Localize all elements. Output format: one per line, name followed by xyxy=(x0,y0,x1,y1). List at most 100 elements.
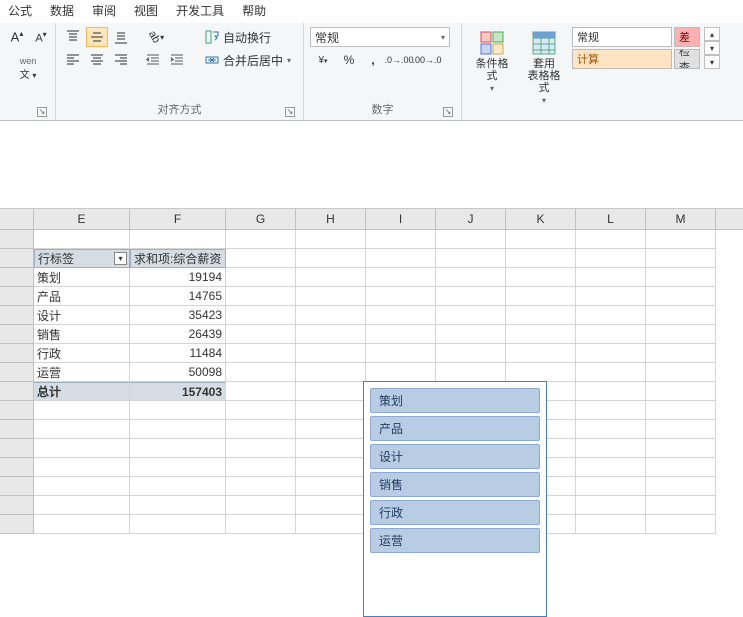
cell[interactable] xyxy=(576,268,646,287)
row-header[interactable] xyxy=(0,515,34,534)
cell[interactable] xyxy=(34,439,130,458)
frozen-pane-area[interactable] xyxy=(0,121,743,209)
cell[interactable] xyxy=(576,458,646,477)
gallery-down-button[interactable]: ▾ xyxy=(704,41,720,55)
cell[interactable] xyxy=(436,230,506,249)
currency-button[interactable]: ¥▾ xyxy=(310,50,336,70)
cell[interactable] xyxy=(226,458,296,477)
row-header[interactable] xyxy=(0,420,34,439)
cell[interactable] xyxy=(506,230,576,249)
align-left-button[interactable] xyxy=(62,50,84,70)
cell[interactable] xyxy=(436,268,506,287)
row-header[interactable] xyxy=(0,249,34,268)
menu-help[interactable]: 帮助 xyxy=(242,2,266,19)
cell[interactable] xyxy=(576,420,646,439)
cell[interactable] xyxy=(226,382,296,401)
merge-center-button[interactable]: 合并后居中 ▾ xyxy=(200,50,296,70)
increase-font-button[interactable]: A▴ xyxy=(6,27,28,47)
cell[interactable] xyxy=(646,249,716,268)
cell[interactable] xyxy=(296,458,366,477)
cell[interactable] xyxy=(296,230,366,249)
cell[interactable]: 运营 xyxy=(34,363,130,382)
comma-button[interactable]: , xyxy=(362,50,384,70)
align-middle-button[interactable] xyxy=(86,27,108,47)
cell[interactable] xyxy=(576,249,646,268)
cell[interactable] xyxy=(34,496,130,515)
cell[interactable] xyxy=(646,420,716,439)
cell[interactable] xyxy=(34,477,130,496)
slicer-item[interactable]: 设计 xyxy=(370,444,540,469)
cell[interactable] xyxy=(296,382,366,401)
cell[interactable] xyxy=(366,230,436,249)
cell[interactable] xyxy=(34,420,130,439)
align-center-button[interactable] xyxy=(86,50,108,70)
cell[interactable] xyxy=(296,515,366,534)
phonetic-guide-button[interactable]: wen 文 ▾ xyxy=(6,49,50,87)
cell[interactable]: 11484 xyxy=(130,344,226,363)
number-format-select[interactable]: 常规 ▾ xyxy=(310,27,450,47)
style-bad[interactable]: 差 xyxy=(674,27,700,47)
row-header[interactable] xyxy=(0,363,34,382)
cell[interactable] xyxy=(436,249,506,268)
row-header[interactable] xyxy=(0,344,34,363)
slicer-item[interactable]: 销售 xyxy=(370,472,540,497)
cell[interactable] xyxy=(506,306,576,325)
wrap-text-button[interactable]: 自动换行 xyxy=(200,27,296,47)
cell[interactable] xyxy=(296,306,366,325)
cell[interactable] xyxy=(34,230,130,249)
cell[interactable]: 设计 xyxy=(34,306,130,325)
column-header[interactable]: M xyxy=(646,209,716,229)
cell[interactable] xyxy=(646,439,716,458)
column-header[interactable]: E xyxy=(34,209,130,229)
cell[interactable] xyxy=(506,268,576,287)
cell[interactable] xyxy=(646,382,716,401)
cell[interactable] xyxy=(646,230,716,249)
cell[interactable] xyxy=(506,249,576,268)
row-header[interactable] xyxy=(0,268,34,287)
cell[interactable] xyxy=(436,287,506,306)
cell[interactable] xyxy=(506,287,576,306)
gallery-up-button[interactable]: ▴ xyxy=(704,27,720,41)
cell[interactable] xyxy=(130,477,226,496)
cell[interactable] xyxy=(226,344,296,363)
cell[interactable] xyxy=(646,268,716,287)
cell[interactable] xyxy=(226,496,296,515)
cell[interactable]: 26439 xyxy=(130,325,226,344)
cell[interactable] xyxy=(646,401,716,420)
cell[interactable] xyxy=(576,306,646,325)
cell[interactable] xyxy=(576,363,646,382)
cell[interactable] xyxy=(646,306,716,325)
cell[interactable] xyxy=(366,344,436,363)
decrease-indent-button[interactable] xyxy=(142,50,164,70)
row-header[interactable] xyxy=(0,496,34,515)
cell[interactable]: 19194 xyxy=(130,268,226,287)
cell[interactable] xyxy=(226,287,296,306)
slicer-panel[interactable]: 策划产品设计销售行政运营 xyxy=(363,381,547,617)
cell[interactable]: 策划 xyxy=(34,268,130,287)
cell[interactable]: 14765 xyxy=(130,287,226,306)
menu-devtools[interactable]: 开发工具 xyxy=(176,2,224,19)
cell[interactable] xyxy=(436,325,506,344)
increase-indent-button[interactable] xyxy=(166,50,188,70)
cell[interactable] xyxy=(576,496,646,515)
cell[interactable] xyxy=(130,496,226,515)
column-header[interactable]: I xyxy=(366,209,436,229)
cell[interactable] xyxy=(226,363,296,382)
increase-decimal-button[interactable]: .0→.00 xyxy=(386,50,412,70)
cell[interactable] xyxy=(436,344,506,363)
cell[interactable] xyxy=(366,306,436,325)
cell[interactable] xyxy=(296,249,366,268)
cell[interactable] xyxy=(436,363,506,382)
row-header[interactable] xyxy=(0,230,34,249)
cell[interactable] xyxy=(34,458,130,477)
style-check[interactable]: 检查 xyxy=(674,49,700,69)
row-header[interactable] xyxy=(0,477,34,496)
cell[interactable] xyxy=(130,439,226,458)
cell[interactable] xyxy=(646,458,716,477)
cell[interactable] xyxy=(296,477,366,496)
menu-review[interactable]: 审阅 xyxy=(92,2,116,19)
cell[interactable] xyxy=(130,515,226,534)
cell[interactable] xyxy=(576,439,646,458)
cell[interactable] xyxy=(226,401,296,420)
cell[interactable]: 行标签▾ xyxy=(34,249,130,268)
